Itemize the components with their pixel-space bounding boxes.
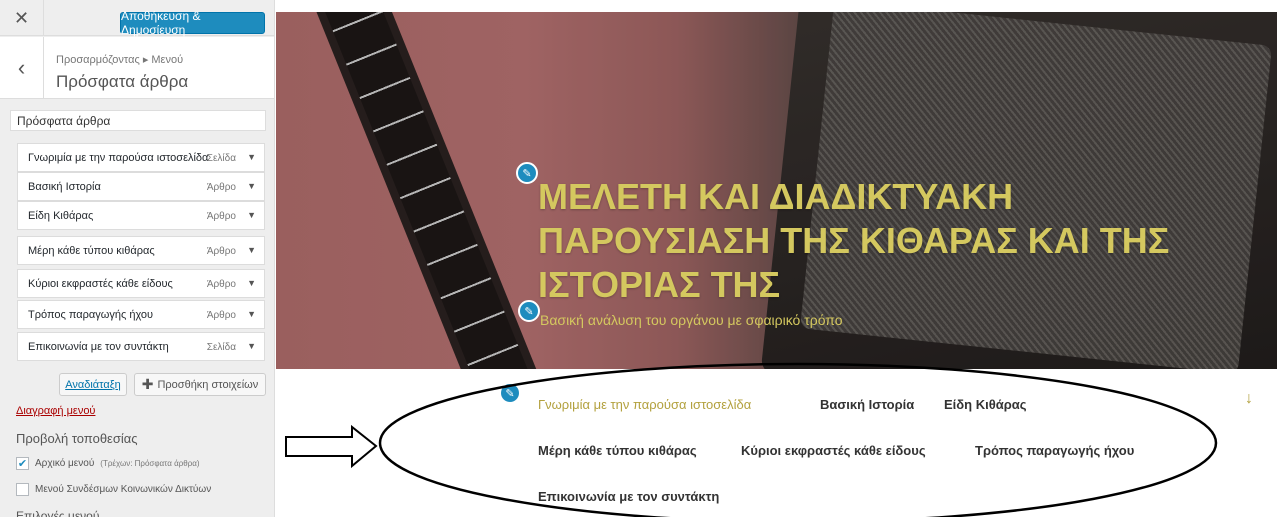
- section-header: ‹ Προσαρμόζοντας ▸ Μενού Πρόσφατα άρθρα: [0, 37, 274, 99]
- expand-arrow-icon[interactable]: ▼: [247, 210, 256, 220]
- nav-item[interactable]: Μέρη κάθε τύπου κιθάρας: [538, 443, 697, 458]
- nav-item[interactable]: Κύριοι εκφραστές κάθε είδους: [741, 443, 926, 458]
- panel-header: ✕ Αποθήκευση & Δημοσίευση: [0, 0, 274, 37]
- edit-title-icon[interactable]: ✎: [516, 162, 538, 184]
- menu-item-type: Άρθρο: [206, 279, 236, 290]
- menu-item-label: Είδη Κιθάρας: [28, 210, 94, 222]
- plus-icon: ✚: [141, 376, 154, 392]
- nav-item-active[interactable]: Γνωριμία με την παρούσα ιστοσελίδα: [538, 397, 751, 412]
- edit-tagline-icon[interactable]: ✎: [518, 300, 540, 322]
- add-items-label: Προσθήκη στοιχείων: [157, 378, 259, 391]
- nav-item[interactable]: Είδη Κιθάρας: [944, 397, 1027, 412]
- nav-item[interactable]: Επικοινωνία με τον συντάκτη: [538, 489, 719, 504]
- menu-item-label: Μέρη κάθε τύπου κιθάρας: [28, 245, 155, 257]
- edit-menu-icon[interactable]: ✎: [499, 382, 521, 404]
- expand-arrow-icon[interactable]: ▼: [247, 341, 256, 351]
- expand-arrow-icon[interactable]: ▼: [247, 309, 256, 319]
- expand-arrow-icon[interactable]: ▼: [247, 181, 256, 191]
- customizer-screen: ✕ Αποθήκευση & Δημοσίευση ‹ Προσαρμόζοντ…: [0, 0, 1277, 517]
- menu-item[interactable]: Επικοινωνία με τον συντάκτη Σελίδα ▼: [17, 332, 265, 361]
- menu-item[interactable]: Γνωριμία με την παρούσα ιστοσελίδα Σελίδ…: [17, 143, 265, 172]
- menu-item[interactable]: Βασική Ιστορία Άρθρο ▼: [17, 172, 265, 201]
- menu-item[interactable]: Είδη Κιθάρας Άρθρο ▼: [17, 201, 265, 230]
- site-tagline: Βασική ανάλυση του οργάνου με σφαιρικό τ…: [540, 312, 843, 328]
- site-title: ΜΕΛΕΤΗ ΚΑΙ ΔΙΑΔΙΚΤΥΑΚΗ ΠΑΡΟΥΣΙΑΣΗ ΤΗΣ ΚΙ…: [538, 176, 1170, 305]
- publish-button[interactable]: Αποθήκευση & Δημοσίευση: [120, 9, 265, 37]
- back-chevron-icon[interactable]: ‹: [0, 37, 44, 99]
- close-icon[interactable]: ✕: [0, 0, 44, 36]
- menu-item[interactable]: Κύριοι εκφραστές κάθε είδους Άρθρο ▼: [17, 269, 265, 298]
- delete-menu-link[interactable]: Διαγραφή μενού: [16, 405, 95, 417]
- breadcrumb: Προσαρμόζοντας ▸ Μενού: [56, 54, 184, 66]
- location-primary: ✔ Αρχικό μενού (Τρέχων: Πρόσφατα άρθρα): [16, 457, 200, 470]
- menu-item-type: Σελίδα: [206, 153, 236, 164]
- menu-item-type: Άρθρο: [206, 182, 236, 193]
- locations-title: Προβολή τοποθεσίας: [16, 431, 138, 446]
- reorder-button[interactable]: Αναδιάταξη: [59, 373, 127, 396]
- menu-options-title: Επιλογές μενού: [16, 509, 100, 517]
- location-social-checkbox[interactable]: [16, 483, 29, 496]
- menu-item-type: Άρθρο: [206, 211, 236, 222]
- nav-item[interactable]: Τρόπος παραγωγής ήχου: [975, 443, 1134, 458]
- expand-arrow-icon[interactable]: ▼: [247, 152, 256, 162]
- menu-item-label: Γνωριμία με την παρούσα ιστοσελίδα: [28, 152, 209, 164]
- add-items-button[interactable]: ✚ Προσθήκη στοιχείων: [134, 373, 266, 396]
- section-title: Πρόσφατα άρθρα: [56, 72, 189, 91]
- location-primary-checkbox[interactable]: ✔: [16, 457, 29, 470]
- menu-item[interactable]: Τρόπος παραγωγής ήχου Άρθρο ▼: [17, 300, 265, 329]
- customizer-panel: ✕ Αποθήκευση & Δημοσίευση ‹ Προσαρμόζοντ…: [0, 0, 275, 517]
- menu-name-input[interactable]: [10, 110, 266, 131]
- scroll-down-arrow-icon[interactable]: ↓: [1245, 390, 1253, 408]
- site-preview: ✎ ΜΕΛΕΤΗ ΚΑΙ ΔΙΑΔΙΚΤΥΑΚΗ ΠΑΡΟΥΣΙΑΣΗ ΤΗΣ …: [276, 0, 1277, 517]
- nav-item[interactable]: Βασική Ιστορία: [820, 397, 914, 412]
- menu-item-label: Κύριοι εκφραστές κάθε είδους: [28, 278, 173, 290]
- location-primary-current: (Τρέχων: Πρόσφατα άρθρα): [100, 459, 200, 468]
- location-social: Μενού Συνδέσμων Κοινωνικών Δικτύων: [16, 483, 211, 496]
- menu-item-type: Σελίδα: [206, 342, 236, 353]
- hero-image: ✎ ΜΕΛΕΤΗ ΚΑΙ ΔΙΑΔΙΚΤΥΑΚΗ ΠΑΡΟΥΣΙΑΣΗ ΤΗΣ …: [276, 12, 1277, 369]
- menu-item-type: Άρθρο: [206, 246, 236, 257]
- location-social-label: Μενού Συνδέσμων Κοινωνικών Δικτύων: [35, 484, 212, 495]
- menu-item[interactable]: Μέρη κάθε τύπου κιθάρας Άρθρο ▼: [17, 236, 265, 265]
- menu-item-label: Επικοινωνία με τον συντάκτη: [28, 341, 169, 353]
- menu-item-label: Τρόπος παραγωγής ήχου: [28, 309, 154, 321]
- location-primary-label: Αρχικό μενού: [35, 458, 95, 469]
- expand-arrow-icon[interactable]: ▼: [247, 245, 256, 255]
- menu-item-type: Άρθρο: [206, 310, 236, 321]
- menu-item-label: Βασική Ιστορία: [28, 181, 101, 193]
- expand-arrow-icon[interactable]: ▼: [247, 278, 256, 288]
